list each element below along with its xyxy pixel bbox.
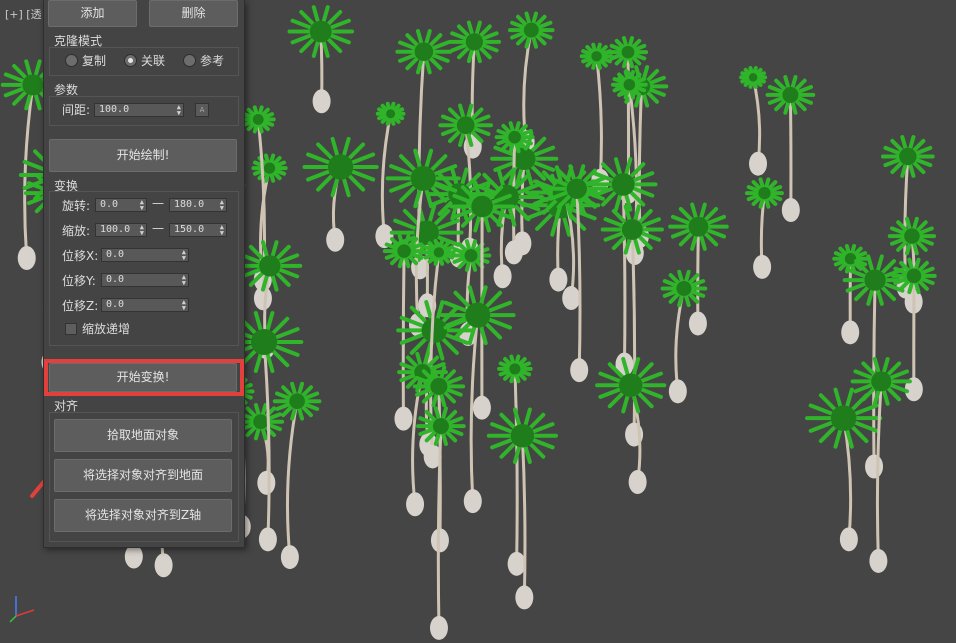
viewport-label[interactable]: [+] [透 xyxy=(5,6,42,22)
palm-tree xyxy=(272,381,322,570)
radio-reference-label: 参考 xyxy=(200,54,225,68)
spinner-icon[interactable]: ▲ ▼ xyxy=(182,249,186,262)
radio-instance-label: 关联 xyxy=(141,54,166,68)
palm-tree xyxy=(375,101,406,249)
palm-tree xyxy=(302,136,379,252)
offset-x-field[interactable]: 0.0 ▲ ▼ xyxy=(101,248,189,262)
align-to-ground-button[interactable]: 将选择对象对齐到地面 xyxy=(54,459,232,492)
highlight-box xyxy=(44,359,244,396)
offset-z-field[interactable]: 0.0 ▲ ▼ xyxy=(101,298,189,312)
palm-tree xyxy=(486,407,558,610)
scale-label: 缩放: xyxy=(62,224,91,238)
spinner-icon[interactable]: ▲ ▼ xyxy=(140,224,144,237)
scale-increment-label: 缩放递增 xyxy=(82,322,131,336)
delete-button[interactable]: 删除 xyxy=(149,0,238,27)
offset-y-value: 0.0 xyxy=(106,274,125,285)
palm-tree xyxy=(600,204,664,447)
palm-tree xyxy=(447,20,502,159)
lock-icon[interactable]: A xyxy=(195,103,209,117)
radio-reference[interactable] xyxy=(183,54,196,67)
scale-min-field[interactable]: 100.0 ▲ ▼ xyxy=(95,223,147,237)
radio-instance[interactable] xyxy=(124,54,137,67)
pick-ground-button[interactable]: 拾取地面对象 xyxy=(54,419,232,452)
palm-tree xyxy=(237,403,285,495)
rotate-max-field[interactable]: 180.0 ▲ ▼ xyxy=(169,198,227,212)
radio-copy[interactable] xyxy=(65,54,78,67)
align-to-z-button[interactable]: 将选择对象对齐到Z轴 xyxy=(54,499,232,532)
spinner-icon[interactable]: ▲ ▼ xyxy=(220,199,224,212)
radio-copy-label: 复制 xyxy=(82,54,107,68)
spinner-icon[interactable]: ▲ ▼ xyxy=(182,274,186,287)
offset-x-value: 0.0 xyxy=(106,249,125,260)
scale-min-value: 100.0 xyxy=(100,224,131,235)
spinner-icon[interactable]: ▲ ▼ xyxy=(140,199,144,212)
offset-z-label: 位移Z: xyxy=(62,299,99,313)
transform-group xyxy=(49,191,239,346)
offset-y-label: 位移Y: xyxy=(62,274,96,288)
rotate-label: 旋转: xyxy=(62,199,91,213)
range-dash: — xyxy=(152,196,164,210)
spacing-value: 100.0 xyxy=(99,104,130,115)
palm-tree xyxy=(287,5,355,114)
scale-max-field[interactable]: 150.0 ▲ ▼ xyxy=(169,223,227,237)
offset-z-value: 0.0 xyxy=(106,299,125,310)
scale-increment-checkbox[interactable] xyxy=(65,323,77,335)
spacing-field[interactable]: 100.0 ▲ ▼ xyxy=(94,103,184,117)
spacing-label: 间距: xyxy=(62,103,91,117)
spinner-icon[interactable]: ▲ ▼ xyxy=(220,224,224,237)
start-paint-button[interactable]: 开始绘制! xyxy=(49,139,237,172)
scale-max-value: 150.0 xyxy=(174,224,205,235)
palm-tree xyxy=(588,157,658,377)
axis-gizmo-icon xyxy=(9,596,35,623)
spinner-icon[interactable]: ▲ ▼ xyxy=(177,104,181,117)
add-button[interactable]: 添加 xyxy=(48,0,137,27)
spinner-icon[interactable]: ▲ ▼ xyxy=(182,299,186,312)
rotate-max-value: 180.0 xyxy=(174,199,205,210)
offset-y-field[interactable]: 0.0 ▲ ▼ xyxy=(101,273,189,287)
palm-tree xyxy=(744,177,784,279)
palm-tree xyxy=(739,66,768,176)
rotate-min-field[interactable]: 0.0 ▲ ▼ xyxy=(95,198,147,212)
rotate-min-value: 0.0 xyxy=(100,199,119,210)
scatter-paint-panel: 添加 删除 克隆模式 复制 关联 参考 参数 间距: 100.0 ▲ ▼ A 开始… xyxy=(43,0,245,548)
offset-x-label: 位移X: xyxy=(62,249,99,263)
range-dash: — xyxy=(152,221,164,235)
